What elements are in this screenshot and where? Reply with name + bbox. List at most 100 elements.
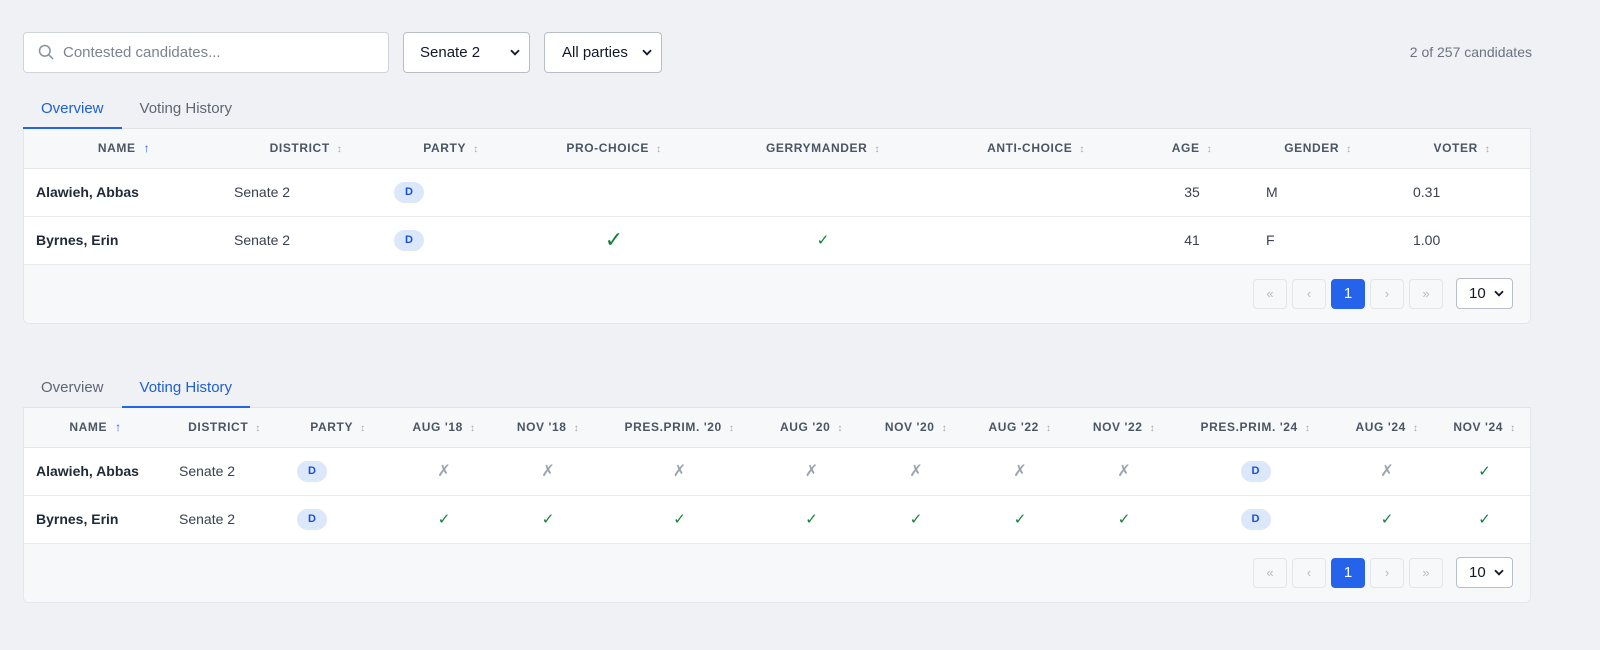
column-header-nov-18[interactable]: NOV '18 ↕ bbox=[494, 408, 602, 447]
did-not-vote-icon: ✗ bbox=[804, 463, 819, 480]
column-header-nov-24[interactable]: NOV '24 ↕ bbox=[1437, 408, 1530, 447]
sort-icon: ↕ bbox=[1412, 423, 1419, 435]
voted-check-icon: ✓ bbox=[805, 511, 818, 528]
column-header-anti-choice[interactable]: ANTI-CHOICE ↕ bbox=[932, 129, 1140, 168]
column-header-age[interactable]: AGE ↕ bbox=[1140, 129, 1244, 168]
sort-ascending-icon: ↑ bbox=[115, 420, 122, 435]
sort-icon: ↕ bbox=[941, 423, 948, 435]
voted-check-icon: ✓ bbox=[437, 511, 451, 528]
tab-overview[interactable]: Overview bbox=[23, 88, 122, 129]
voting-history-header-row: NAME ↑ DISTRICT ↕ PARTY ↕ AUG '18 ↕ NOV '18 ↕… bbox=[24, 408, 1530, 447]
party-select-value: All parties bbox=[562, 43, 628, 61]
voting-history-section: Overview Voting History NAME ↑ DISTRICT ↕ … bbox=[23, 368, 1531, 603]
sort-icon: ↕ bbox=[1079, 144, 1085, 156]
column-header-aug-22[interactable]: AUG '22 ↕ bbox=[966, 408, 1074, 447]
candidate-name: Alawieh, Abbas bbox=[36, 184, 139, 200]
column-header-nov-22[interactable]: NOV '22 ↕ bbox=[1074, 408, 1174, 447]
last-page-button[interactable]: » bbox=[1409, 278, 1443, 309]
sort-icon: ↕ bbox=[1304, 423, 1311, 435]
column-header-pres-prim-20[interactable]: PRES.PRIM. '20 ↕ bbox=[602, 408, 757, 447]
candidate-district: Senate 2 bbox=[179, 511, 236, 527]
sort-icon: ↕ bbox=[1045, 423, 1052, 435]
column-header-aug-20[interactable]: AUG '20 ↕ bbox=[757, 408, 866, 447]
district-select-value: Senate 2 bbox=[420, 43, 481, 61]
sort-icon: ↕ bbox=[573, 423, 580, 435]
district-select[interactable]: Senate 2 bbox=[403, 31, 530, 73]
candidate-district: Senate 2 bbox=[234, 184, 291, 200]
sort-ascending-icon: ↑ bbox=[143, 141, 151, 156]
voted-check-icon: ✓ bbox=[1478, 511, 1491, 528]
column-header-pres-prim-24[interactable]: PRES.PRIM. '24 ↕ bbox=[1174, 408, 1337, 447]
voted-check-icon: ✓ bbox=[1478, 463, 1491, 480]
column-header-nov-20[interactable]: NOV '20 ↕ bbox=[866, 408, 966, 447]
tab-bar: Overview Voting History bbox=[23, 89, 1531, 129]
prev-page-button[interactable]: ‹ bbox=[1292, 557, 1326, 588]
result-count: 2 of 257 candidates bbox=[1409, 44, 1532, 60]
candidate-name: Alawieh, Abbas bbox=[36, 463, 139, 479]
did-not-vote-icon: ✗ bbox=[1013, 463, 1027, 480]
tab-voting-history[interactable]: Voting History bbox=[122, 88, 251, 128]
next-page-button[interactable]: › bbox=[1370, 278, 1404, 309]
search-box[interactable] bbox=[23, 31, 389, 73]
first-page-button[interactable]: « bbox=[1253, 278, 1287, 309]
page-size-select[interactable]: 10 bbox=[1456, 557, 1513, 588]
sort-icon: ↕ bbox=[360, 423, 366, 435]
voted-check-icon: ✓ bbox=[909, 511, 923, 528]
pro-choice-check-icon: ✓ bbox=[604, 227, 624, 252]
column-header-name[interactable]: NAME ↑ bbox=[24, 408, 167, 447]
prev-page-button[interactable]: ‹ bbox=[1292, 278, 1326, 309]
voting-history-panel: NAME ↑ DISTRICT ↕ PARTY ↕ AUG '18 ↕ NOV '18 ↕… bbox=[23, 408, 1531, 603]
last-page-button[interactable]: » bbox=[1409, 557, 1443, 588]
current-page-button[interactable]: 1 bbox=[1331, 278, 1365, 309]
sort-icon: ↕ bbox=[336, 144, 343, 156]
party-ballot-badge: D bbox=[1240, 508, 1271, 530]
candidate-age: 35 bbox=[1184, 184, 1200, 200]
chevron-down-icon bbox=[642, 49, 652, 56]
search-icon bbox=[38, 44, 54, 60]
overview-panel: NAME ↑ DISTRICT ↕ PARTY ↕ PRO-CHOICE ↕ GERRY… bbox=[23, 129, 1531, 324]
column-header-name[interactable]: NAME ↑ bbox=[24, 129, 224, 168]
chevron-down-icon bbox=[1494, 569, 1504, 576]
column-header-district[interactable]: DISTRICT ↕ bbox=[167, 408, 282, 447]
did-not-vote-icon: ✗ bbox=[437, 463, 451, 480]
voted-check-icon: ✓ bbox=[1013, 511, 1027, 528]
next-page-button[interactable]: › bbox=[1370, 557, 1404, 588]
page-size-select[interactable]: 10 bbox=[1456, 278, 1513, 309]
first-page-button[interactable]: « bbox=[1253, 557, 1287, 588]
party-select[interactable]: All parties bbox=[544, 31, 662, 73]
table-row[interactable]: Alawieh, Abbas Senate 2 D 35 M 0.31 bbox=[24, 168, 1530, 216]
sort-icon: ↕ bbox=[1346, 144, 1352, 156]
table-row[interactable]: Byrnes, Erin Senate 2 D ✓ ✓ ✓ ✓ ✓ ✓ ✓ D … bbox=[24, 495, 1530, 543]
did-not-vote-icon: ✗ bbox=[1117, 463, 1131, 480]
column-header-party[interactable]: PARTY ↕ bbox=[388, 129, 514, 168]
party-badge: D bbox=[297, 460, 327, 482]
current-page-button[interactable]: 1 bbox=[1331, 557, 1365, 588]
tab-voting-history[interactable]: Voting History bbox=[121, 367, 251, 408]
table-row[interactable]: Byrnes, Erin Senate 2 D ✓ ✓ 41 F 1.00 bbox=[24, 216, 1530, 264]
column-header-aug-18[interactable]: AUG '18 ↕ bbox=[394, 408, 494, 447]
sort-icon: ↕ bbox=[1484, 144, 1491, 156]
candidate-gender: F bbox=[1266, 232, 1275, 248]
search-input[interactable] bbox=[63, 43, 353, 61]
table-row[interactable]: Alawieh, Abbas Senate 2 D ✗ ✗ ✗ ✗ ✗ ✗ ✗ … bbox=[24, 447, 1530, 495]
column-header-party[interactable]: PARTY ↕ bbox=[282, 408, 394, 447]
column-header-pro-choice[interactable]: PRO-CHOICE ↕ bbox=[514, 129, 714, 168]
sort-icon: ↕ bbox=[1510, 423, 1516, 435]
column-header-district[interactable]: DISTRICT ↕ bbox=[224, 129, 388, 168]
overview-header-row: NAME ↑ DISTRICT ↕ PARTY ↕ PRO-CHOICE ↕ GERRY… bbox=[24, 129, 1530, 168]
page-size-value: 10 bbox=[1469, 564, 1486, 581]
pagination-bar: « ‹ 1 › » 10 bbox=[24, 543, 1530, 602]
candidate-voter-score: 0.31 bbox=[1413, 184, 1441, 200]
candidate-gender: M bbox=[1266, 184, 1278, 200]
voting-history-table: NAME ↑ DISTRICT ↕ PARTY ↕ AUG '18 ↕ NOV '18 ↕… bbox=[24, 408, 1530, 544]
tab-overview[interactable]: Overview bbox=[23, 367, 122, 407]
party-badge: D bbox=[297, 508, 327, 530]
column-header-gerrymander[interactable]: GERRYMANDER ↕ bbox=[714, 129, 932, 168]
sort-icon: ↕ bbox=[837, 423, 843, 435]
column-header-gender[interactable]: GENDER ↕ bbox=[1244, 129, 1392, 168]
column-header-aug-24[interactable]: AUG '24 ↕ bbox=[1337, 408, 1437, 447]
column-header-voter[interactable]: VOTER ↕ bbox=[1392, 129, 1530, 168]
candidate-district: Senate 2 bbox=[179, 463, 236, 479]
candidate-age: 41 bbox=[1184, 232, 1200, 248]
sort-icon: ↕ bbox=[1149, 423, 1156, 435]
